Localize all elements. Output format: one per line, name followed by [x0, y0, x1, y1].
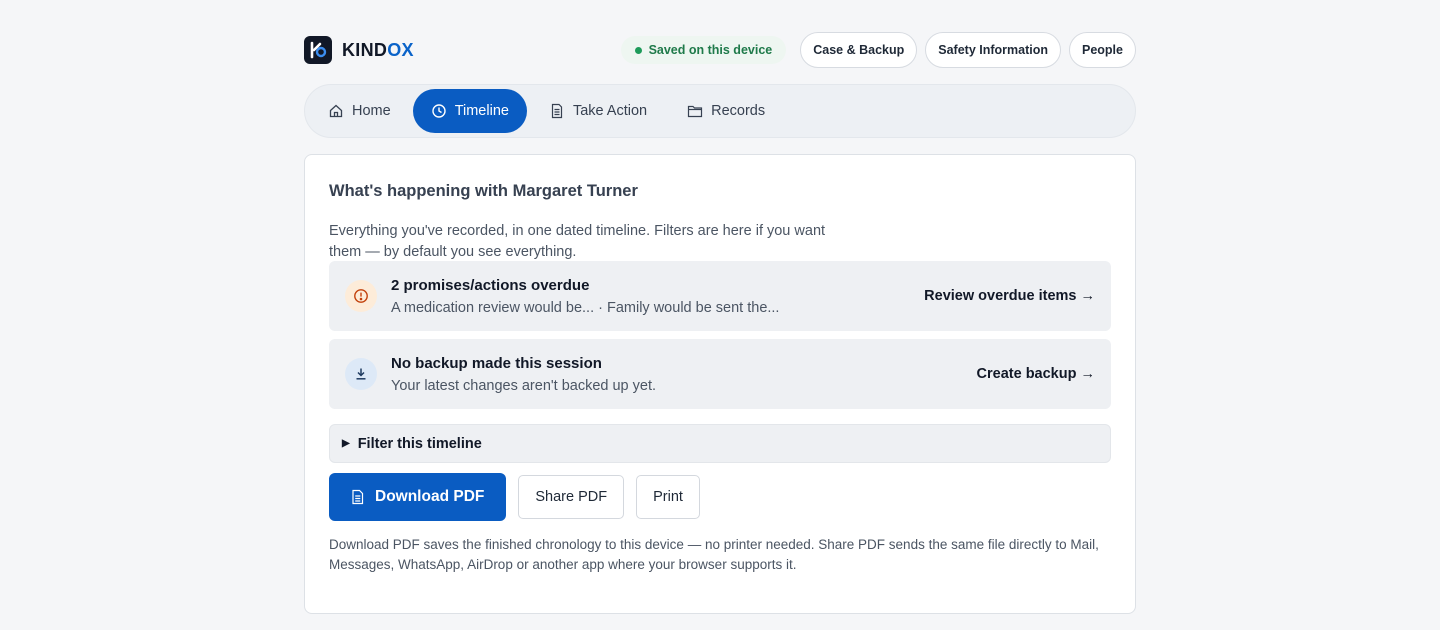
folder-icon: [688, 105, 703, 118]
alert-summary: Your latest changes aren't backed up yet…: [391, 377, 657, 394]
download-pdf-button[interactable]: Download PDF: [329, 473, 507, 521]
alert-summary: A medication review would be... · Family…: [391, 299, 780, 316]
document-icon: [352, 489, 364, 505]
share-pdf-button[interactable]: Share PDF: [518, 475, 625, 519]
tab-home[interactable]: Home: [310, 89, 409, 133]
intro-text: Everything you've recorded, in one dated…: [329, 223, 826, 260]
safety-information-button[interactable]: Safety Information: [925, 32, 1061, 68]
help-note: Download PDF saves the finished chronolo…: [329, 537, 1099, 572]
download-icon: [345, 358, 377, 390]
kindox-logo-icon: [304, 36, 332, 64]
case-backup-button[interactable]: Case & Backup: [800, 32, 918, 68]
create-backup-link[interactable]: Create backup →: [977, 366, 1095, 382]
print-button[interactable]: Print: [636, 475, 700, 519]
tab-take-action[interactable]: Take Action: [531, 89, 665, 133]
disclosure-triangle-icon: ▶: [342, 438, 350, 449]
home-icon: [329, 104, 343, 118]
status-dot-icon: [634, 46, 642, 54]
brand[interactable]: KINDOX: [304, 36, 414, 64]
alert-heading: No backup made this session: [391, 354, 602, 372]
warning-icon: [345, 280, 377, 312]
page-title: What's happening with Margaret Turner: [329, 182, 638, 200]
overdue-alert: 2 promises/actions overdue A medication …: [329, 261, 1111, 331]
main-nav: Home Timeline Take Action Records: [304, 84, 1136, 138]
filter-timeline-toggle[interactable]: ▶ Filter this timeline: [329, 424, 1111, 463]
review-overdue-link[interactable]: Review overdue items →: [924, 288, 1095, 304]
brand-name: KINDOX: [342, 39, 414, 60]
clock-icon: [431, 104, 446, 118]
tab-records[interactable]: Records: [669, 89, 783, 133]
people-button[interactable]: People: [1069, 32, 1136, 68]
document-icon: [551, 103, 563, 119]
timeline-card: What's happening with Margaret Turner Ev…: [304, 154, 1136, 614]
tab-timeline[interactable]: Timeline: [412, 89, 527, 133]
backup-alert: No backup made this session Your latest …: [329, 339, 1111, 409]
alert-heading: 2 promises/actions overdue: [391, 276, 590, 294]
saved-status-badge: Saved on this device: [620, 36, 787, 64]
